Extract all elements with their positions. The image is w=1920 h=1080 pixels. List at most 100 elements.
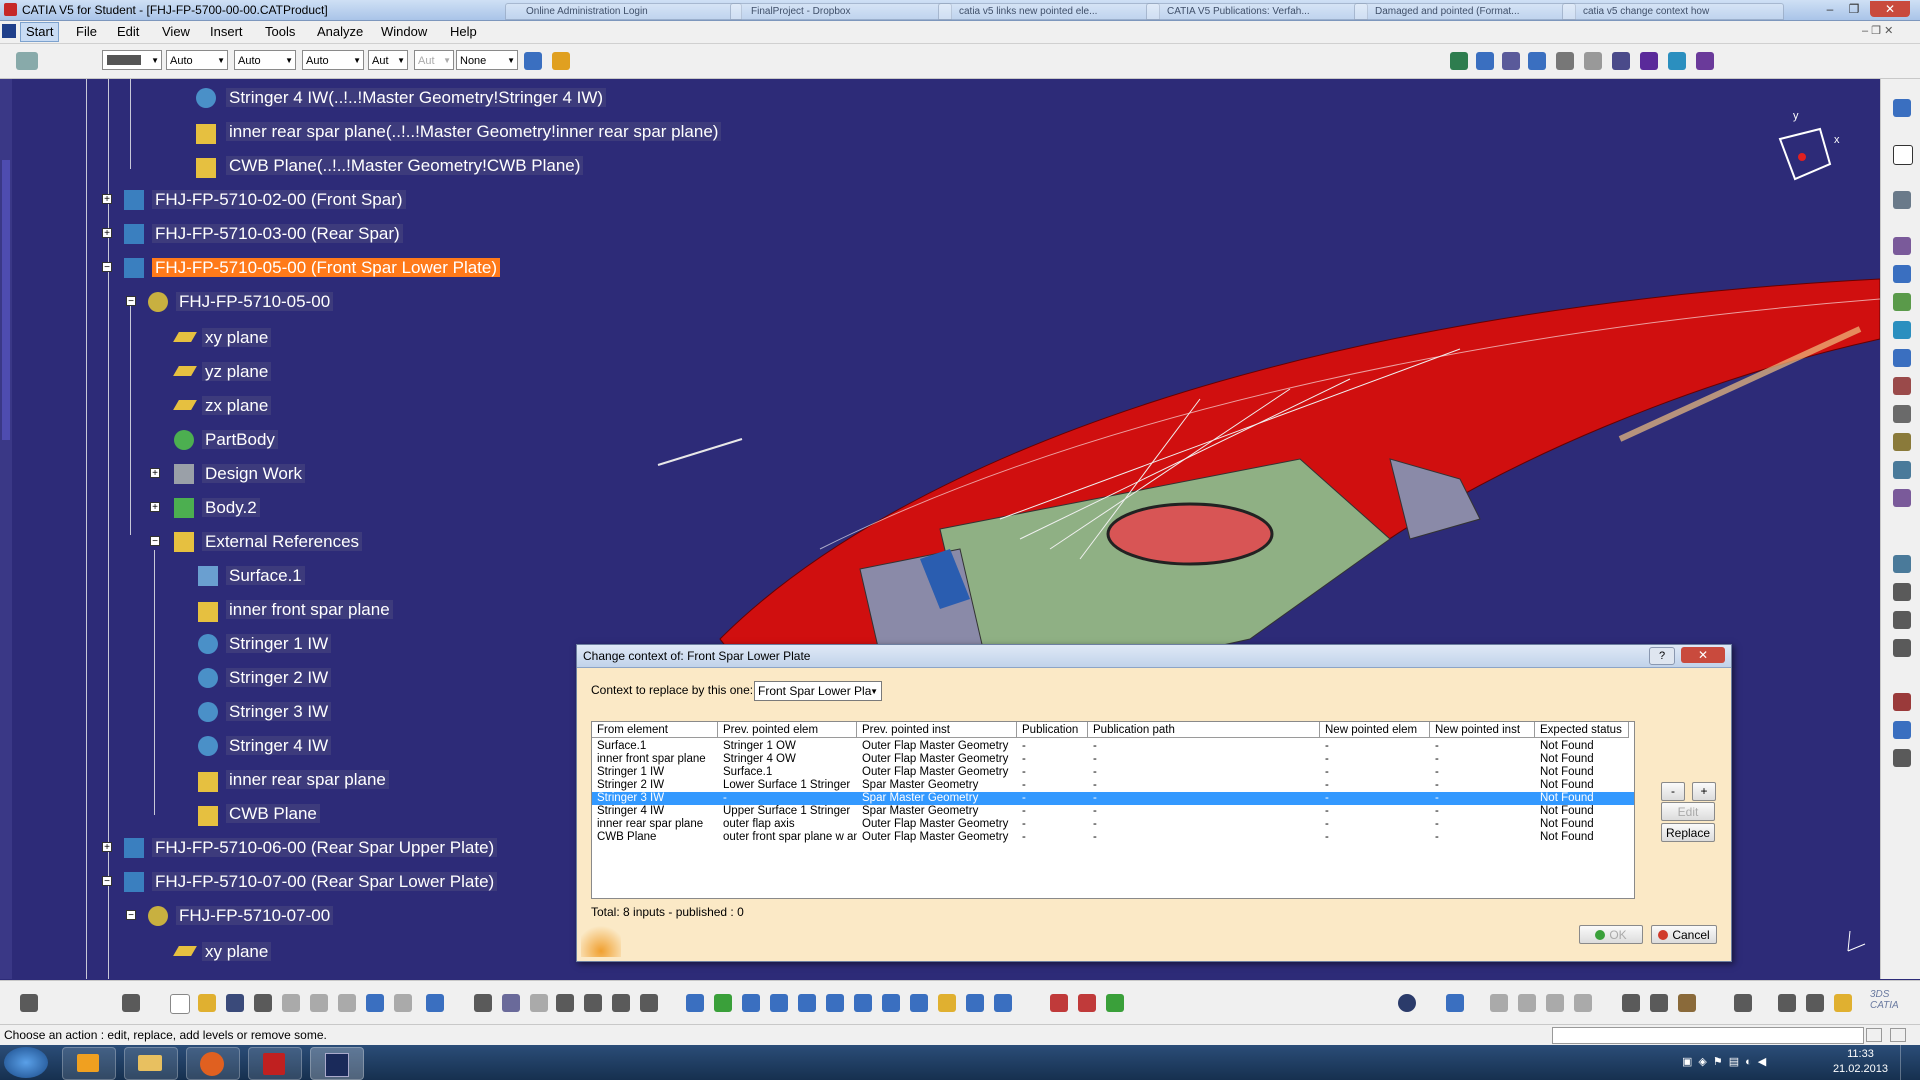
dialog-close-button[interactable]: ✕: [1681, 647, 1725, 663]
plug-icon[interactable]: [1834, 994, 1852, 1012]
cancel-button[interactable]: Cancel: [1651, 925, 1717, 944]
analysis-icon[interactable]: [640, 994, 658, 1012]
column-header[interactable]: Publication: [1017, 722, 1088, 738]
tree-node[interactable]: yz plane: [172, 361, 272, 383]
painter-icon[interactable]: [524, 52, 542, 70]
properties-icon[interactable]: [552, 52, 570, 70]
reorder-icon[interactable]: [1893, 377, 1911, 395]
fix-icon[interactable]: [1893, 693, 1911, 711]
column-header[interactable]: Publication path: [1088, 722, 1320, 738]
tree-node[interactable]: Stringer 3 IW: [196, 701, 332, 723]
replace-button[interactable]: Replace: [1661, 823, 1715, 842]
menu-help[interactable]: Help: [450, 24, 477, 39]
tree-node[interactable]: inner rear spar plane(..!..!Master Geome…: [182, 121, 722, 144]
constraint-icon[interactable]: [1450, 52, 1468, 70]
browser-tab[interactable]: catia v5 links new pointed ele...: [938, 3, 1160, 20]
measure-between-icon[interactable]: [1050, 994, 1068, 1012]
product-icon[interactable]: [16, 52, 38, 70]
tree-node-selected[interactable]: FHJ-FP-5710-05-00 (Front Spar Lower Plat…: [124, 257, 501, 279]
column-header[interactable]: New pointed inst: [1430, 722, 1535, 738]
context-combo[interactable]: Front Spar Lower Pla ▼: [754, 681, 882, 701]
tree-node[interactable]: Surface.1: [196, 565, 305, 587]
comment-icon[interactable]: [502, 994, 520, 1012]
tree-node[interactable]: FHJ-FP-5710-05-00: [148, 291, 334, 313]
layer-icon[interactable]: [1446, 994, 1464, 1012]
menu-window[interactable]: Window: [381, 24, 427, 39]
column-header[interactable]: Expected status: [1535, 722, 1629, 738]
transparency-combo[interactable]: Auto ▼: [166, 50, 228, 70]
restore-button[interactable]: ❐: [1842, 1, 1866, 17]
catia-menu-icon[interactable]: [2, 24, 16, 38]
point-symbol-combo[interactable]: Aut ▼: [368, 50, 408, 70]
tree-node[interactable]: Body.2: [172, 497, 260, 519]
thickness-combo[interactable]: Auto ▼: [302, 50, 364, 70]
browser-tab[interactable]: Damaged and pointed (Format...: [1354, 3, 1576, 20]
whats-this-icon[interactable]: [426, 994, 444, 1012]
table-row[interactable]: inner rear spar plane outer flap axis Oute…: [592, 818, 1634, 831]
tree-node[interactable]: xy plane: [172, 941, 272, 963]
browser-tab[interactable]: Online Administration Login: [505, 3, 742, 20]
windows-start-button[interactable]: [4, 1047, 48, 1078]
bill-of-material-icon[interactable]: [1893, 433, 1911, 451]
distance-icon[interactable]: [1734, 994, 1752, 1012]
pencil-icon[interactable]: [1584, 52, 1602, 70]
knowledge-icon[interactable]: [530, 994, 548, 1012]
tree-node[interactable]: CWB Plane(..!..!Master Geometry!CWB Plan…: [182, 155, 584, 178]
coincidence-icon[interactable]: [1893, 555, 1911, 573]
table-row[interactable]: Stringer 1 IW Surface.1 Outer Flap Master …: [592, 766, 1634, 779]
tree-node[interactable]: Stringer 1 IW: [196, 633, 332, 655]
snapshot-icon[interactable]: [1806, 994, 1824, 1012]
explode-icon[interactable]: [1556, 52, 1574, 70]
menu-start[interactable]: Start: [20, 22, 60, 42]
select-arrow-icon[interactable]: [1893, 145, 1913, 165]
hide-show-icon[interactable]: [966, 994, 984, 1012]
tree-node[interactable]: FHJ-FP-5710-07-00 (Rear Spar Lower Plate…: [124, 871, 498, 893]
update-icon[interactable]: [1398, 994, 1416, 1012]
column-header[interactable]: Prev. pointed inst: [857, 722, 1017, 738]
remove-level-button[interactable]: -: [1661, 782, 1685, 801]
sectioning-icon[interactable]: [1650, 994, 1668, 1012]
undo-icon[interactable]: [366, 994, 384, 1012]
catalog-icon[interactable]: [1612, 52, 1630, 70]
compass[interactable]: y x: [1778, 110, 1840, 181]
tree-node[interactable]: inner rear spar plane: [196, 769, 389, 792]
measure-item-icon[interactable]: [1078, 994, 1096, 1012]
add-level-button[interactable]: +: [1692, 782, 1716, 801]
browser-tab[interactable]: CATIA V5 Publications: Verfah...: [1146, 3, 1368, 20]
offset-icon[interactable]: [1893, 611, 1911, 629]
rendering-style-combo[interactable]: Aut ▼: [414, 50, 454, 70]
snap-icon[interactable]: [1528, 52, 1546, 70]
tree-node[interactable]: inner front spar plane: [196, 599, 393, 622]
browser-tab[interactable]: catia v5 change context how: [1562, 3, 1784, 20]
linetype-combo[interactable]: Auto ▼: [234, 50, 296, 70]
table-row[interactable]: Stringer 3 IW - Spar Master Geometry - - - - No…: [592, 792, 1634, 805]
workbench-icon[interactable]: [1893, 99, 1911, 117]
paste-icon[interactable]: [338, 994, 356, 1012]
tree-node[interactable]: PartBody: [172, 429, 278, 451]
table-icon[interactable]: [556, 994, 574, 1012]
expand-toggle[interactable]: +: [150, 468, 160, 479]
formula-icon[interactable]: [474, 994, 492, 1012]
tree-node[interactable]: FHJ-FP-5710-02-00 (Front Spar): [124, 189, 406, 211]
tree-node[interactable]: Stringer 2 IW: [196, 667, 332, 689]
tree-node[interactable]: External References: [172, 531, 363, 553]
copy-icon[interactable]: [310, 994, 328, 1012]
scene-icon[interactable]: [1640, 52, 1658, 70]
collapse-toggle[interactable]: −: [150, 536, 160, 547]
column-header[interactable]: From element: [592, 722, 718, 738]
tree-node[interactable]: Stringer 4 IW: [196, 735, 332, 757]
minimize-button[interactable]: –: [1818, 1, 1842, 17]
table-row[interactable]: Stringer 2 IW Lower Surface 1 Stringer Spa…: [592, 779, 1634, 792]
tree-node[interactable]: xy plane: [172, 327, 272, 349]
explorer-taskbar-icon[interactable]: [124, 1047, 178, 1080]
fly-mode-icon[interactable]: [686, 994, 704, 1012]
table-row[interactable]: Stringer 4 IW Upper Surface 1 Stringer Spa…: [592, 805, 1634, 818]
zoom-out-icon[interactable]: [826, 994, 844, 1012]
tree-node[interactable]: CWB Plane: [196, 803, 320, 826]
close-window-button[interactable]: ✕: [1870, 1, 1910, 17]
tree-node[interactable]: Design Work: [172, 463, 305, 485]
update-icon[interactable]: [1668, 52, 1686, 70]
camera-icon[interactable]: [20, 994, 38, 1012]
measure-icon[interactable]: [1696, 52, 1714, 70]
menu-insert[interactable]: Insert: [210, 24, 243, 39]
